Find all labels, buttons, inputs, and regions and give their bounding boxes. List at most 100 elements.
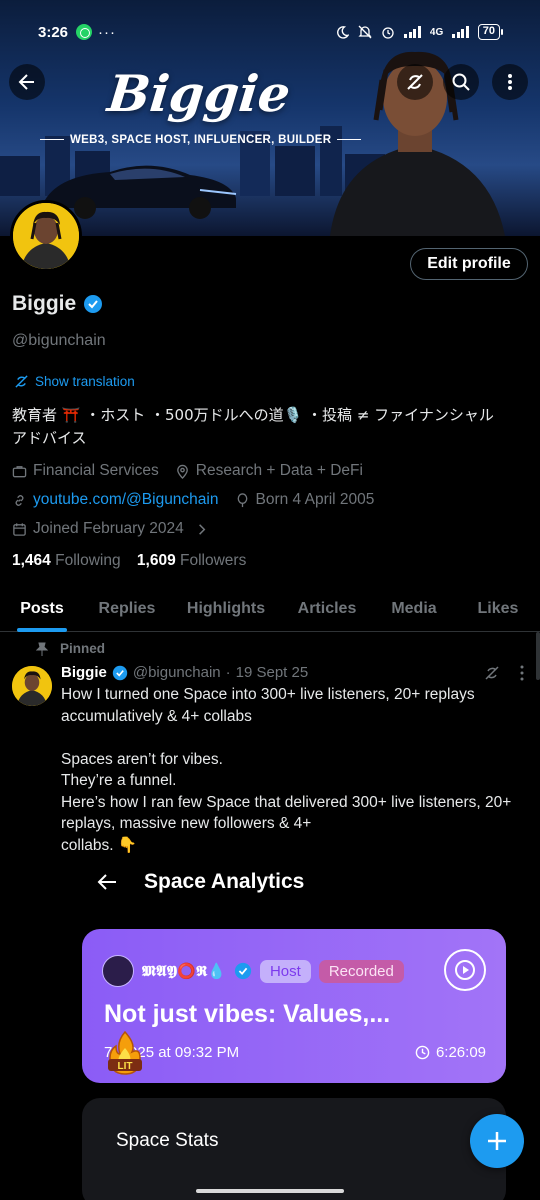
banner-subtitle: WEB3, SPACE HOST, INFLUENCER, BUILDER: [34, 134, 367, 146]
search-button[interactable]: [443, 64, 479, 100]
profile-location: Research + Data + DeFi: [195, 462, 363, 479]
briefcase-icon: [12, 465, 27, 477]
tweet-author-handle: @bigunchain: [132, 664, 221, 681]
tweet-body[interactable]: How I turned one Space into 300+ live li…: [61, 684, 531, 856]
verified-badge-icon[interactable]: [83, 294, 103, 314]
arrow-left-icon-embedded: [97, 874, 116, 890]
battery-indicator: 70: [477, 24, 504, 40]
tab-likes[interactable]: Likes: [456, 588, 540, 631]
back-button[interactable]: [9, 64, 45, 100]
translate-post-icon[interactable]: [484, 665, 500, 681]
network-type: 4G: [429, 26, 444, 38]
profile-website-link[interactable]: youtube.com/@Bigunchain: [33, 491, 219, 509]
tweet-header: Biggie @bigunchain · 19 Sept 25: [61, 664, 308, 681]
profile-category: Financial Services: [33, 462, 159, 479]
tweet-author-avatar[interactable]: [12, 666, 52, 706]
home-indicator[interactable]: [196, 1189, 344, 1193]
tab-highlights[interactable]: Highlights: [170, 588, 282, 631]
profile-bio: 教育者 ⛩️ ・ホスト ・500万ドルへの道🎙️ ・投稿 ≠ ファイナンシャル …: [12, 404, 532, 450]
tweet-more-icon[interactable]: [520, 665, 524, 681]
translate-icon: [15, 375, 28, 388]
translate-banner-button[interactable]: [397, 64, 433, 100]
profile-tabs: Posts Replies Highlights Articles Media …: [0, 588, 540, 632]
followers-label: Followers: [180, 552, 247, 569]
more-vertical-icon: [508, 74, 512, 90]
space-title: Not just vibes: Values,...: [104, 1000, 391, 1028]
profile-avatar[interactable]: [10, 200, 82, 272]
bio-line-2: アドバイス: [12, 429, 87, 447]
tab-articles[interactable]: Articles: [282, 588, 372, 631]
avatar-portrait-graphic-small: [12, 666, 52, 706]
tweet-date: 19 Sept 25: [235, 664, 309, 681]
profile-name: Biggie: [12, 292, 77, 315]
profile-joined-row[interactable]: Joined February 2024: [12, 520, 209, 538]
profile-handle: @bigunchain: [12, 332, 106, 349]
calendar-icon: [13, 522, 26, 536]
space-verified-icon: [234, 962, 252, 980]
profile-meta-row-2: youtube.com/@Bigunchain Born 4 April 200…: [12, 491, 374, 509]
recorded-badge: Recorded: [318, 959, 404, 983]
location-pin-icon: [176, 464, 188, 479]
following-count: 1,464: [12, 552, 51, 569]
verified-badge-icon-small: [112, 665, 128, 680]
tweet-separator: ·: [225, 664, 231, 681]
pin-icon: [36, 642, 48, 656]
tab-posts[interactable]: Posts: [0, 588, 84, 631]
space-analytics-title: Space Analytics: [144, 870, 305, 893]
space-host-name: 𝕸𝕬𝖄⭕𝕽💧: [142, 962, 226, 980]
arrow-left-icon: [18, 74, 34, 90]
signal-icon-2: [452, 26, 469, 38]
host-badge: Host: [259, 959, 311, 983]
tweet-author-name[interactable]: Biggie: [61, 664, 107, 681]
tweet-actions: [484, 665, 524, 681]
clock-icon: [415, 1045, 430, 1060]
profile-birthday: Born 4 April 2005: [255, 491, 375, 508]
followers-count: 1,609: [136, 552, 176, 569]
lit-fire-sticker: LIT: [108, 1030, 142, 1075]
following-label: Following: [55, 552, 121, 569]
whatsapp-icon: [76, 24, 93, 40]
pinned-indicator: Pinned: [36, 641, 105, 656]
banner-title: Biggie: [104, 64, 294, 123]
profile-joined-date: Joined February 2024: [33, 520, 184, 537]
refresh-icon: [407, 74, 423, 90]
search-icon: [452, 73, 470, 91]
space-host-row: 𝕸𝕬𝖄⭕𝕽💧 Host Recorded: [102, 955, 404, 987]
link-icon: [15, 494, 24, 506]
play-recording-button[interactable]: [444, 949, 486, 991]
follow-stats: 1,464 Following 1,609 Followers: [12, 552, 246, 570]
status-bar: 3:26 ··· 4G 70: [0, 0, 540, 64]
avatar-portrait-graphic: [13, 203, 79, 269]
space-duration: 6:26:09: [415, 1044, 486, 1061]
balloon-icon: [237, 492, 247, 507]
show-translation-label: Show translation: [35, 374, 135, 389]
profile-name-row: Biggie: [12, 292, 103, 316]
more-options-button[interactable]: [492, 64, 528, 100]
show-translation-link[interactable]: Show translation: [14, 374, 135, 389]
signal-icon: [404, 26, 421, 38]
profile-meta-row-1: Financial Services Research + Data + DeF…: [12, 462, 363, 480]
mute-bell-icon: [358, 25, 372, 39]
space-stats-card: Space Stats: [82, 1098, 506, 1200]
bio-line-1: 教育者 ⛩️ ・ホスト ・500万ドルへの道🎙️ ・投稿 ≠ ファイナンシャル: [12, 406, 494, 424]
space-analytics-header: Space Analytics: [96, 870, 304, 894]
pinned-label: Pinned: [60, 641, 106, 656]
tab-replies[interactable]: Replies: [84, 588, 170, 631]
space-host-avatar: [102, 955, 134, 987]
moon-icon: [337, 25, 350, 39]
plus-icon: [488, 1132, 506, 1150]
more-notifications-icon: ···: [98, 23, 117, 41]
following-link[interactable]: 1,464 Following: [12, 552, 121, 569]
chevron-right-icon: [198, 523, 206, 535]
edit-profile-button[interactable]: Edit profile: [410, 248, 528, 280]
status-time: 3:26: [38, 23, 69, 41]
play-icon: [455, 960, 475, 980]
space-stats-title: Space Stats: [116, 1130, 219, 1151]
scrollbar[interactable]: [536, 632, 540, 680]
lit-text: LIT: [118, 1061, 133, 1072]
followers-link[interactable]: 1,609 Followers: [137, 552, 246, 569]
space-duration-value: 6:26:09: [435, 1044, 486, 1061]
alarm-icon: [382, 27, 395, 39]
tab-media[interactable]: Media: [372, 588, 456, 631]
compose-post-button[interactable]: [470, 1114, 524, 1168]
